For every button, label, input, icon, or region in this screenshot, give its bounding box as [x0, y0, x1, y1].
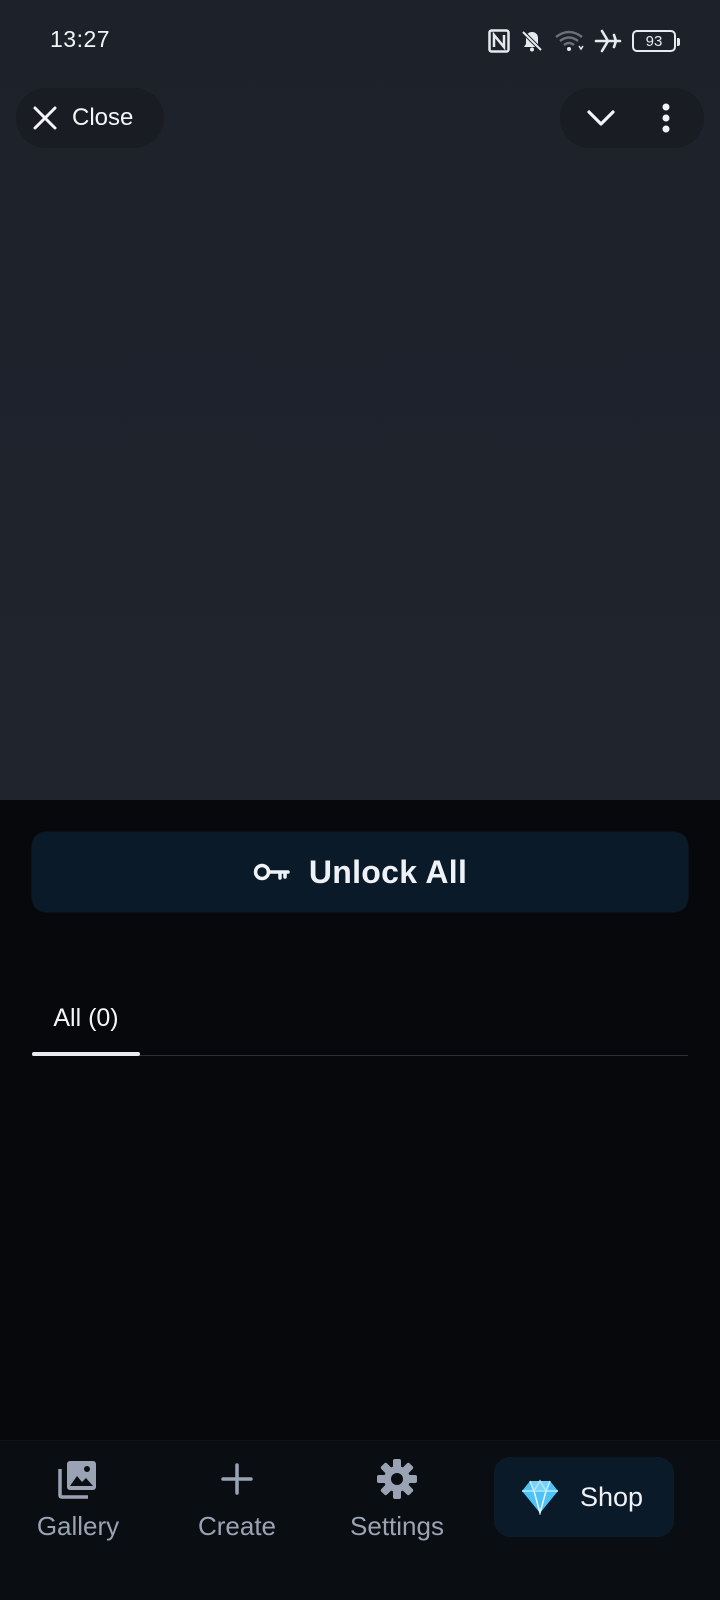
nav-create[interactable]: Create: [167, 1455, 307, 1555]
more-options-button[interactable]: [648, 100, 684, 136]
tab-active-indicator: [32, 1052, 140, 1056]
battery-level: 93: [645, 32, 663, 50]
gallery-icon: [57, 1455, 99, 1503]
close-label: Close: [72, 104, 134, 131]
key-icon: [253, 863, 290, 881]
bottom-sheet: Unlock All All (0): [0, 800, 720, 1440]
nfc-icon: [488, 29, 510, 53]
gear-icon: [376, 1455, 418, 1503]
tab-bar: All (0): [32, 980, 688, 1056]
tab-all-label: All (0): [53, 1003, 119, 1032]
bell-off-icon: [521, 30, 543, 52]
status-icons: 93: [488, 26, 680, 56]
shop-button[interactable]: Shop: [494, 1457, 674, 1537]
tab-all[interactable]: All (0): [32, 980, 140, 1056]
nav-create-label: Create: [197, 1511, 277, 1541]
screen: 13:27 93 Close Unlock All All (0) Galler…: [0, 0, 720, 1600]
toolbar-pill: [560, 88, 704, 148]
nav-settings[interactable]: Settings: [327, 1455, 467, 1555]
nav-gallery[interactable]: Gallery: [8, 1455, 148, 1555]
status-bar: 13:27 93: [0, 0, 720, 84]
collapse-button[interactable]: [578, 100, 624, 136]
more-vertical-icon: [662, 103, 670, 133]
diamond-icon: [522, 1479, 558, 1515]
unlock-all-button[interactable]: Unlock All: [32, 832, 688, 912]
close-button[interactable]: Close: [16, 88, 164, 148]
airplane-icon: [594, 29, 622, 53]
chevron-down-icon: [587, 110, 615, 126]
bottom-navigation: Gallery Create Settings Shop: [0, 1440, 720, 1600]
webview-area: 13:27 93 Close: [0, 0, 720, 800]
wifi-icon: [555, 30, 584, 51]
nav-gallery-label: Gallery: [36, 1511, 120, 1541]
close-icon: [33, 106, 57, 130]
plus-icon: [220, 1455, 254, 1503]
shop-label: Shop: [580, 1481, 644, 1512]
unlock-all-label: Unlock All: [308, 853, 468, 890]
status-time: 13:27: [50, 26, 111, 52]
nav-settings-label: Settings: [350, 1511, 444, 1541]
battery-icon: 93: [632, 30, 680, 52]
